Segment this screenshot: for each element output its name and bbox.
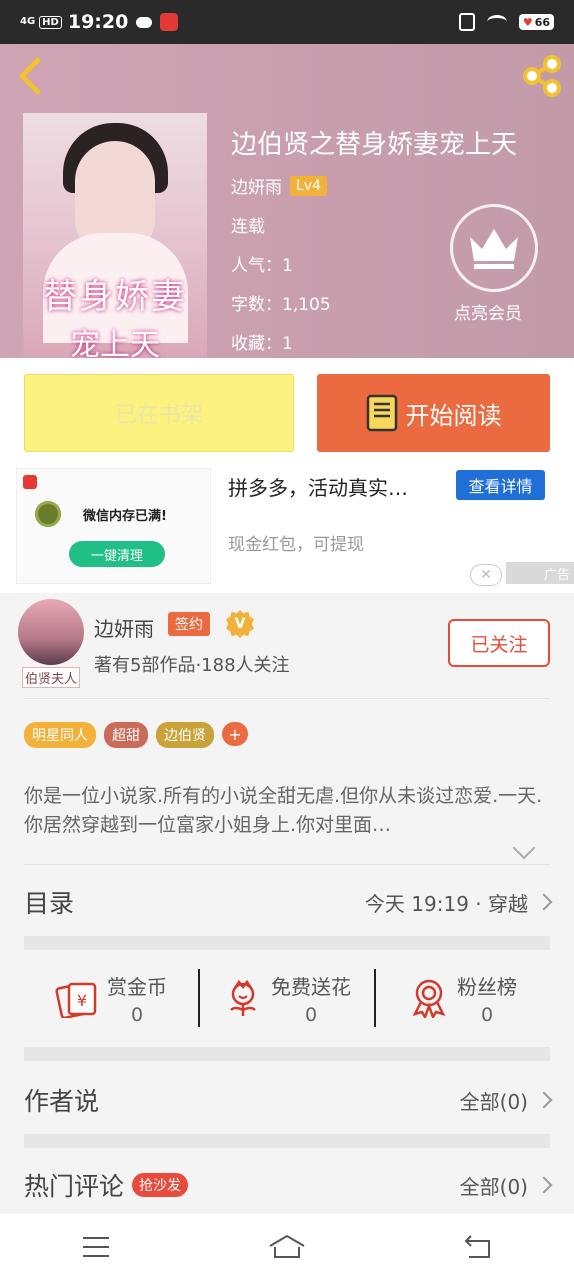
book-popularity: 人气：1 <box>231 256 293 276</box>
system-nav-bar <box>0 1214 574 1280</box>
book-header: 替身娇妻 宠上天 边伯贤之替身娇妻宠上天 边妍雨 Lv4 连载 人气：1 字数：… <box>0 44 574 358</box>
ad-label: 广告 <box>506 562 574 584</box>
expand-chevron-icon[interactable] <box>512 836 536 860</box>
on-shelf-button[interactable]: 已在书架 <box>24 374 294 452</box>
virus-icon <box>35 501 61 527</box>
tag-chip[interactable]: 明星同人 <box>24 722 96 748</box>
menu-button[interactable] <box>66 1227 126 1267</box>
ad-image-message: 微信内存已满! <box>83 509 167 524</box>
level-badge: Lv4 <box>290 175 327 196</box>
tag-chip[interactable]: 超甜 <box>104 722 148 748</box>
chevron-right-icon <box>535 1091 553 1109</box>
action-bar: 已在书架 开始阅读 <box>0 358 574 468</box>
home-icon <box>269 1234 305 1258</box>
signed-badge: 签约 <box>168 612 210 636</box>
gift-name: 赏金币 <box>107 974 167 999</box>
hot-comments-label: 热门评论 <box>24 1172 125 1201</box>
vip-label[interactable]: 点亮会员 <box>454 299 522 324</box>
ad-image[interactable]: 微信内存已满! 一键清理 <box>16 468 211 584</box>
svg-text:¥: ¥ <box>77 991 87 1010</box>
return-icon <box>464 1235 491 1258</box>
back-button[interactable] <box>448 1227 508 1267</box>
cover-subtitle: 宠上天 <box>70 328 160 358</box>
book-icon <box>366 394 397 432</box>
author-stats: 著有5部作品·188人关注 <box>94 655 290 676</box>
ad-clean-button[interactable]: 一键清理 <box>69 541 165 567</box>
ad-subtitle: 现金红包，可提现 <box>228 535 364 555</box>
hot-comments-count: 全部(0) <box>459 1174 528 1199</box>
book-title: 边伯贤之替身娇妻宠上天 <box>231 130 518 160</box>
author-says-count: 全部(0) <box>459 1089 528 1114</box>
book-author[interactable]: 边妍雨 <box>231 173 282 198</box>
tag-list: 明星同人 超甜 边伯贤 + <box>24 722 248 748</box>
gift-count: 0 <box>304 1003 318 1026</box>
back-arrow-icon[interactable] <box>14 56 48 96</box>
gift-count: 0 <box>130 1003 144 1026</box>
author-name[interactable]: 边妍雨 <box>94 613 154 642</box>
menu-icon <box>82 1237 109 1257</box>
app-notification-icon <box>160 13 179 31</box>
gift-bar: ¥ 赏金币 0 免费送花 0 粉丝榜 0 <box>24 966 550 1030</box>
book-favorites: 收藏：1 <box>231 334 293 354</box>
first-comment-badge[interactable]: 抢沙发 <box>132 1173 189 1197</box>
tag-chip[interactable]: 边伯贤 <box>156 722 214 748</box>
verified-badge-icon: V <box>226 610 254 638</box>
section-band <box>24 1134 550 1148</box>
author-says-label: 作者说 <box>24 1087 100 1116</box>
vibrate-icon <box>458 13 475 31</box>
toc-row[interactable]: 目录 今天 19:19 · 穿越 <box>24 877 553 927</box>
gift-name: 粉丝榜 <box>457 974 517 999</box>
book-cover[interactable]: 替身娇妻 宠上天 <box>23 113 207 358</box>
share-icon[interactable] <box>520 54 564 98</box>
toc-latest: 今天 19:19 · 穿越 <box>364 891 528 916</box>
author-says-row[interactable]: 作者说 全部(0) <box>24 1075 553 1125</box>
book-intro[interactable]: 你是一位小说家.所有的小说全甜无虐.但你从未谈过恋爱.一天.你居然穿越到一位富家… <box>24 782 550 840</box>
toc-label: 目录 <box>24 889 75 918</box>
chevron-right-icon <box>535 1176 553 1194</box>
clock: 19:20 <box>67 11 129 33</box>
send-flower-button[interactable]: 免费送花 0 <box>200 966 374 1030</box>
gift-count: 0 <box>480 1003 494 1026</box>
divider <box>24 698 550 699</box>
ad-banner[interactable]: 微信内存已满! 一键清理 拼多多，活动真实… 查看详情 现金红包，可提现 ✕ 广… <box>0 468 574 593</box>
ad-detail-button[interactable]: 查看详情 <box>456 470 545 500</box>
hd-indicator: HD <box>39 15 62 29</box>
pdd-logo-icon <box>23 475 37 489</box>
book-word-count: 字数：1,105 <box>231 295 331 315</box>
coin-envelope-icon: ¥ <box>55 982 97 1018</box>
battery-indicator: ♥ 66 <box>518 14 554 30</box>
cover-title: 替身娇妻 <box>43 277 187 317</box>
network-indicator: 4G <box>20 16 36 27</box>
wifi-icon <box>486 15 507 29</box>
vip-crown-button[interactable] <box>450 204 538 292</box>
heart-icon: ♥ <box>522 15 533 29</box>
add-tag-button[interactable]: + <box>222 722 248 746</box>
chevron-right-icon <box>535 893 553 911</box>
follow-button[interactable]: 已关注 <box>448 619 550 667</box>
fan-rank-button[interactable]: 粉丝榜 0 <box>376 966 550 1030</box>
ad-title[interactable]: 拼多多，活动真实… <box>228 472 448 501</box>
avatar[interactable] <box>18 599 84 665</box>
book-status: 连载 <box>231 217 265 237</box>
section-band <box>24 936 550 950</box>
section-band <box>24 1047 550 1061</box>
divider <box>24 864 550 865</box>
reward-coin-button[interactable]: ¥ 赏金币 0 <box>24 966 198 1030</box>
gift-name: 免费送花 <box>271 974 351 999</box>
author-card: 伯贤夫人 边妍雨 签约 V 著有5部作品·188人关注 已关注 <box>0 593 574 698</box>
medal-icon <box>412 979 446 1018</box>
cloud-icon <box>136 16 153 28</box>
hot-comments-row[interactable]: 热门评论 抢沙发 全部(0) <box>24 1160 553 1210</box>
status-bar: 4G HD 19:20 ♥ 66 <box>0 0 574 44</box>
crown-icon <box>470 229 518 269</box>
home-button[interactable] <box>257 1227 317 1267</box>
ad-close-icon[interactable]: ✕ <box>470 564 502 586</box>
flower-icon <box>230 979 256 1016</box>
avatar-tag: 伯贤夫人 <box>22 667 81 688</box>
start-reading-button[interactable]: 开始阅读 <box>317 374 550 452</box>
